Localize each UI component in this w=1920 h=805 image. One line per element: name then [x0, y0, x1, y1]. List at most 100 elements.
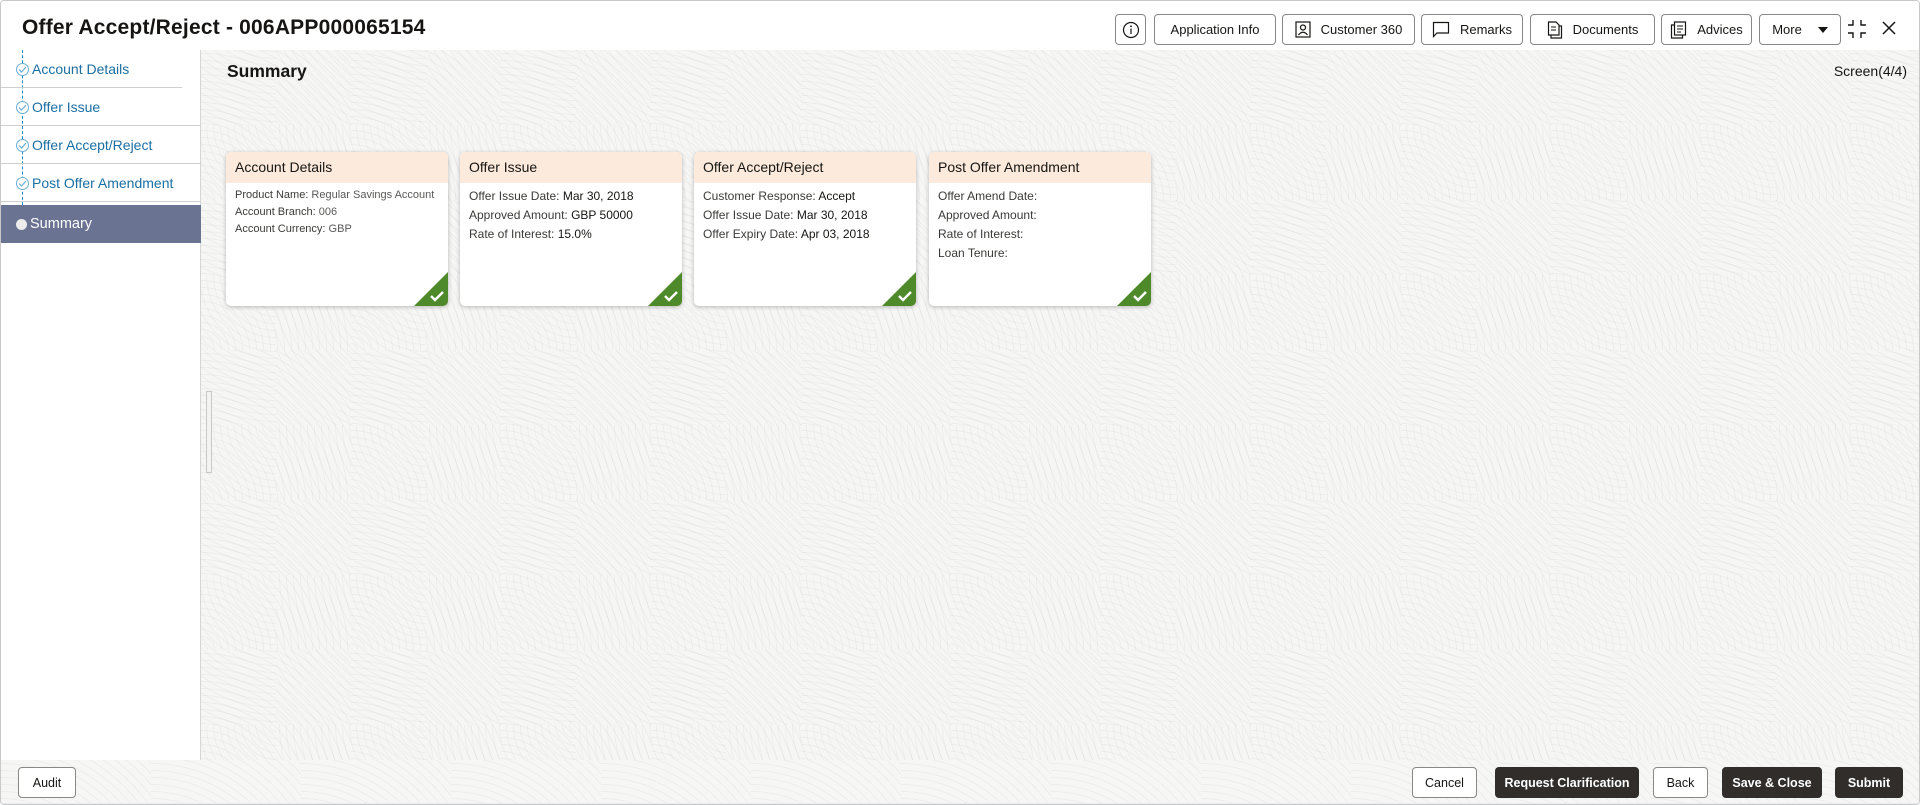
advices-icon	[1671, 20, 1687, 39]
application-info-button[interactable]: Application Info	[1154, 14, 1276, 45]
card-row: Rate of Interest: 15.0%	[469, 225, 673, 244]
summary-card-account-details[interactable]: Account Details Product Name: Regular Sa…	[226, 152, 448, 306]
panel-resize-handle[interactable]	[206, 391, 212, 473]
card-row: Product Name: Regular Savings Account	[235, 187, 439, 204]
remarks-button[interactable]: Remarks	[1421, 14, 1523, 45]
remarks-label: Remarks	[1459, 22, 1512, 37]
summary-card-offer-issue[interactable]: Offer Issue Offer Issue Date: Mar 30, 20…	[460, 152, 682, 306]
advices-button[interactable]: Advices	[1661, 14, 1752, 45]
field-value: Mar 30, 2018	[562, 189, 634, 203]
card-title: Offer Issue	[460, 152, 682, 183]
field-value: GBP	[328, 223, 352, 235]
sidebar-item-label: Post Offer Amendment	[32, 175, 174, 191]
back-button[interactable]: Back	[1653, 767, 1708, 798]
check-circle-icon	[16, 176, 29, 190]
customer-360-label: Customer 360	[1320, 22, 1403, 37]
screen-indicator: Screen(4/4)	[1833, 63, 1907, 79]
field-value: GBP 50000	[571, 208, 633, 222]
card-row: Account Branch: 006	[235, 204, 439, 221]
cancel-button[interactable]: Cancel	[1412, 767, 1477, 798]
customer-card-icon	[1295, 21, 1311, 38]
sidebar-item-summary[interactable]: Summary	[1, 205, 201, 243]
more-dropdown[interactable]: More	[1759, 14, 1841, 45]
summary-card-post-offer-amendment[interactable]: Post Offer Amendment Offer Amend Date: A…	[929, 152, 1151, 306]
completed-check-badge-icon	[1117, 272, 1151, 306]
more-label: More	[1772, 22, 1802, 37]
field-label: Rate of Interest:	[938, 227, 1024, 241]
sidebar-item-offer-issue[interactable]: Offer Issue	[1, 88, 201, 126]
application-info-label: Application Info	[1170, 22, 1260, 37]
sidebar-navigation: Account Details Offer Issue Offer Accept…	[1, 50, 201, 760]
field-label: Customer Response:	[703, 189, 819, 203]
card-row: Offer Expiry Date: Apr 03, 2018	[703, 225, 907, 244]
field-value: Apr 03, 2018	[800, 227, 870, 241]
comment-icon	[1432, 21, 1450, 38]
sidebar-item-label: Offer Issue	[32, 99, 101, 115]
card-body: Offer Amend Date: Approved Amount: Rate …	[929, 183, 1151, 267]
field-label: Loan Tenure:	[938, 246, 1008, 260]
caret-down-icon	[1817, 26, 1828, 33]
divider	[1, 201, 201, 202]
field-label: Offer Expiry Date:	[703, 227, 801, 241]
card-body: Product Name: Regular Savings Account Ac…	[226, 183, 448, 242]
field-value: 15.0%	[557, 227, 592, 241]
check-circle-icon	[16, 138, 29, 152]
card-row: Rate of Interest:	[938, 225, 1142, 244]
check-circle-icon	[16, 62, 29, 76]
field-label: Offer Issue Date:	[703, 208, 797, 222]
close-button[interactable]	[1881, 20, 1897, 41]
sidebar-item-label: Account Details	[32, 61, 130, 77]
card-title: Offer Accept/Reject	[694, 152, 916, 183]
card-body: Offer Issue Date: Mar 30, 2018 Approved …	[460, 183, 682, 248]
field-label: Account Branch:	[235, 206, 319, 218]
close-icon	[1882, 21, 1896, 35]
card-title: Account Details	[226, 152, 448, 183]
card-row: Customer Response: Accept	[703, 187, 907, 206]
card-row: Account Currency: GBP	[235, 221, 439, 238]
header: Offer Accept/Reject - 006APP000065154 Ap…	[1, 1, 1919, 50]
card-row: Offer Issue Date: Mar 30, 2018	[469, 187, 673, 206]
save-close-button[interactable]: Save & Close	[1722, 767, 1822, 798]
card-row: Offer Issue Date: Mar 30, 2018	[703, 206, 907, 225]
field-label: Account Currency:	[235, 223, 329, 235]
submit-button[interactable]: Submit	[1835, 767, 1903, 798]
info-icon	[1122, 21, 1139, 38]
field-label: Offer Amend Date:	[938, 189, 1038, 203]
sidebar-item-offer-accept-reject[interactable]: Offer Accept/Reject	[1, 126, 201, 164]
card-row: Approved Amount: GBP 50000	[469, 206, 673, 225]
request-clarification-button[interactable]: Request Clarification	[1495, 767, 1639, 798]
completed-check-badge-icon	[414, 272, 448, 306]
field-value: Mar 30, 2018	[796, 208, 868, 222]
minimize-button[interactable]	[1847, 19, 1867, 44]
check-circle-icon	[16, 100, 29, 114]
collapse-icon	[1848, 20, 1866, 38]
current-step-dot-icon	[16, 218, 27, 230]
field-value: 006	[318, 206, 338, 218]
field-label: Approved Amount:	[469, 208, 572, 222]
sidebar-item-account-details[interactable]: Account Details	[1, 50, 201, 88]
sidebar-item-post-offer-amendment[interactable]: Post Offer Amendment	[1, 164, 201, 202]
summary-card-offer-accept-reject[interactable]: Offer Accept/Reject Customer Response: A…	[694, 152, 916, 306]
completed-check-badge-icon	[882, 272, 916, 306]
card-title: Post Offer Amendment	[929, 152, 1151, 183]
field-value: Regular Savings Account	[311, 189, 435, 201]
advices-label: Advices	[1697, 22, 1743, 37]
sidebar-item-label: Offer Accept/Reject	[32, 137, 153, 153]
field-label: Offer Issue Date:	[469, 189, 563, 203]
completed-check-badge-icon	[648, 272, 682, 306]
app-window: Offer Accept/Reject - 006APP000065154 Ap…	[0, 0, 1920, 805]
documents-button[interactable]: Documents	[1530, 14, 1655, 45]
info-button[interactable]	[1115, 14, 1146, 45]
field-value: Accept	[818, 189, 856, 203]
card-row: Loan Tenure:	[938, 244, 1142, 263]
customer-360-button[interactable]: Customer 360	[1282, 14, 1415, 45]
card-row: Offer Amend Date:	[938, 187, 1142, 206]
document-icon	[1547, 20, 1562, 39]
field-label: Approved Amount:	[938, 208, 1037, 222]
documents-label: Documents	[1572, 22, 1639, 37]
field-label: Product Name:	[235, 189, 312, 201]
sidebar-item-label: Summary	[30, 216, 93, 232]
card-row: Approved Amount:	[938, 206, 1142, 225]
page-header-title: Offer Accept/Reject - 006APP000065154	[22, 16, 426, 39]
audit-button[interactable]: Audit	[18, 767, 76, 798]
